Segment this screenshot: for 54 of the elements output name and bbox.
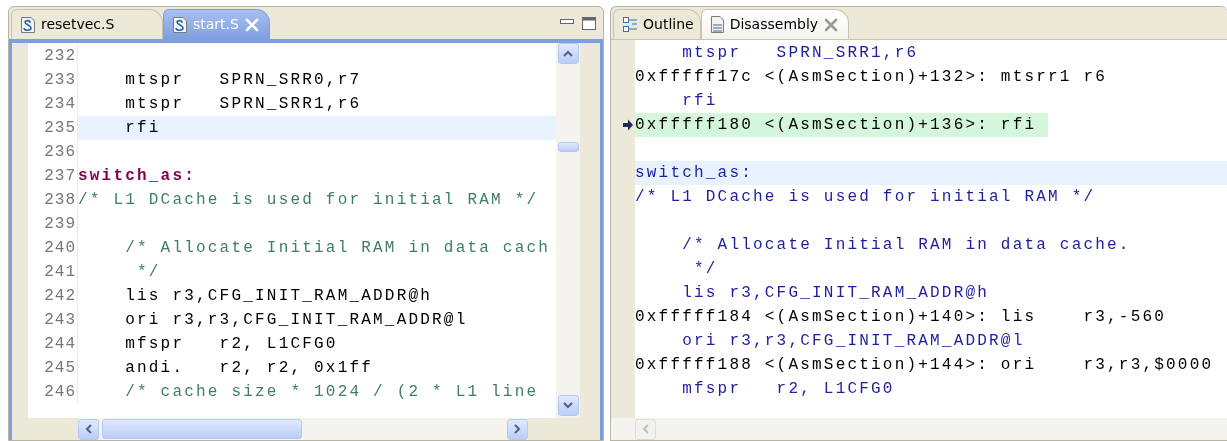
code-line: */ [693,259,719,280]
line-number: 237 [28,164,78,188]
document-icon [709,15,725,34]
scroll-thumb[interactable] [102,419,302,439]
code-line: /* cache size * 1024 / (2 * L1 line [124,382,540,403]
code-line: /* Allocate Initial RAM in data cache. [681,235,1132,256]
line-number: 233 [28,68,78,92]
line-number: 232 [28,44,78,68]
code-line: 0xfffff17c <(AsmSection)+132>: mtsrr1 r6 [635,67,1109,88]
line-number: 236 [28,140,78,164]
view-tab[interactable]: Outline [613,9,701,39]
line-number: 238 [28,188,78,212]
horizontal-scrollbar[interactable] [78,418,528,440]
line-number: 246 [28,380,78,404]
line-number: 245 [28,356,78,380]
code-line: switch_as: [78,166,197,187]
close-icon [824,17,839,32]
scroll-up-button[interactable] [557,43,579,64]
document-icon [20,15,36,34]
code-line: mtspr SPRN_SRR1,r6 [124,94,363,115]
code-line: andi. r2, r2, 0x1ff [124,358,375,379]
code-line: mtspr SPRN_SRR0,r7 [124,70,363,91]
vertical-scrollbar[interactable] [556,43,580,418]
line-number: 243 [28,308,78,332]
line-number: 234 [28,92,78,116]
code-line: 0xfffff188 <(AsmSection)+144>: ori r3,r3,$0000 [635,355,1215,376]
code-line: /* L1 DCache is used for initial RAM */ [635,187,1097,208]
code-line: lis r3,CFG_INIT_RAM_ADDR@h [681,283,991,304]
code-line: mtspr SPRN_SRR1,r6 [681,43,920,64]
code-line: lis r3,CFG_INIT_RAM_ADDR@h [124,286,434,307]
document-icon [172,15,188,34]
code-line: /* Allocate Initial RAM in data cach [124,238,552,259]
scroll-left-button[interactable] [78,418,99,440]
scroll-thumb[interactable] [557,142,579,152]
code-line: 0xfffff184 <(AsmSection)+140>: lis r3,-560 [635,307,1168,328]
scroll-down-button[interactable] [557,395,579,416]
close-icon [244,17,259,32]
code-line: */ [136,262,162,283]
line-number: 240 [28,236,78,260]
code-line: rfi [681,91,719,112]
outline-icon [622,16,638,33]
scroll-right-button[interactable] [507,418,528,440]
maximize-icon [581,15,597,31]
line-number: 242 [28,284,78,308]
editor-tab[interactable]: resetvec.S [11,9,163,39]
code-line: /* L1 DCache is used for initial RAM */ [78,190,540,211]
view-tab[interactable]: Disassembly [700,9,850,39]
code-line: ori r3,r3,CFG_INIT_RAM_ADDR@l [681,331,1026,352]
code-line: mfspr r2, L1CFG0 [681,379,896,400]
code-line: mfspr r2, L1CFG0 [124,334,339,355]
line-number: 244 [28,332,78,356]
code-line: ori r3,r3,CFG_INIT_RAM_ADDR@l [124,310,469,331]
line-number: 239 [28,212,78,236]
line-number: 241 [28,260,78,284]
